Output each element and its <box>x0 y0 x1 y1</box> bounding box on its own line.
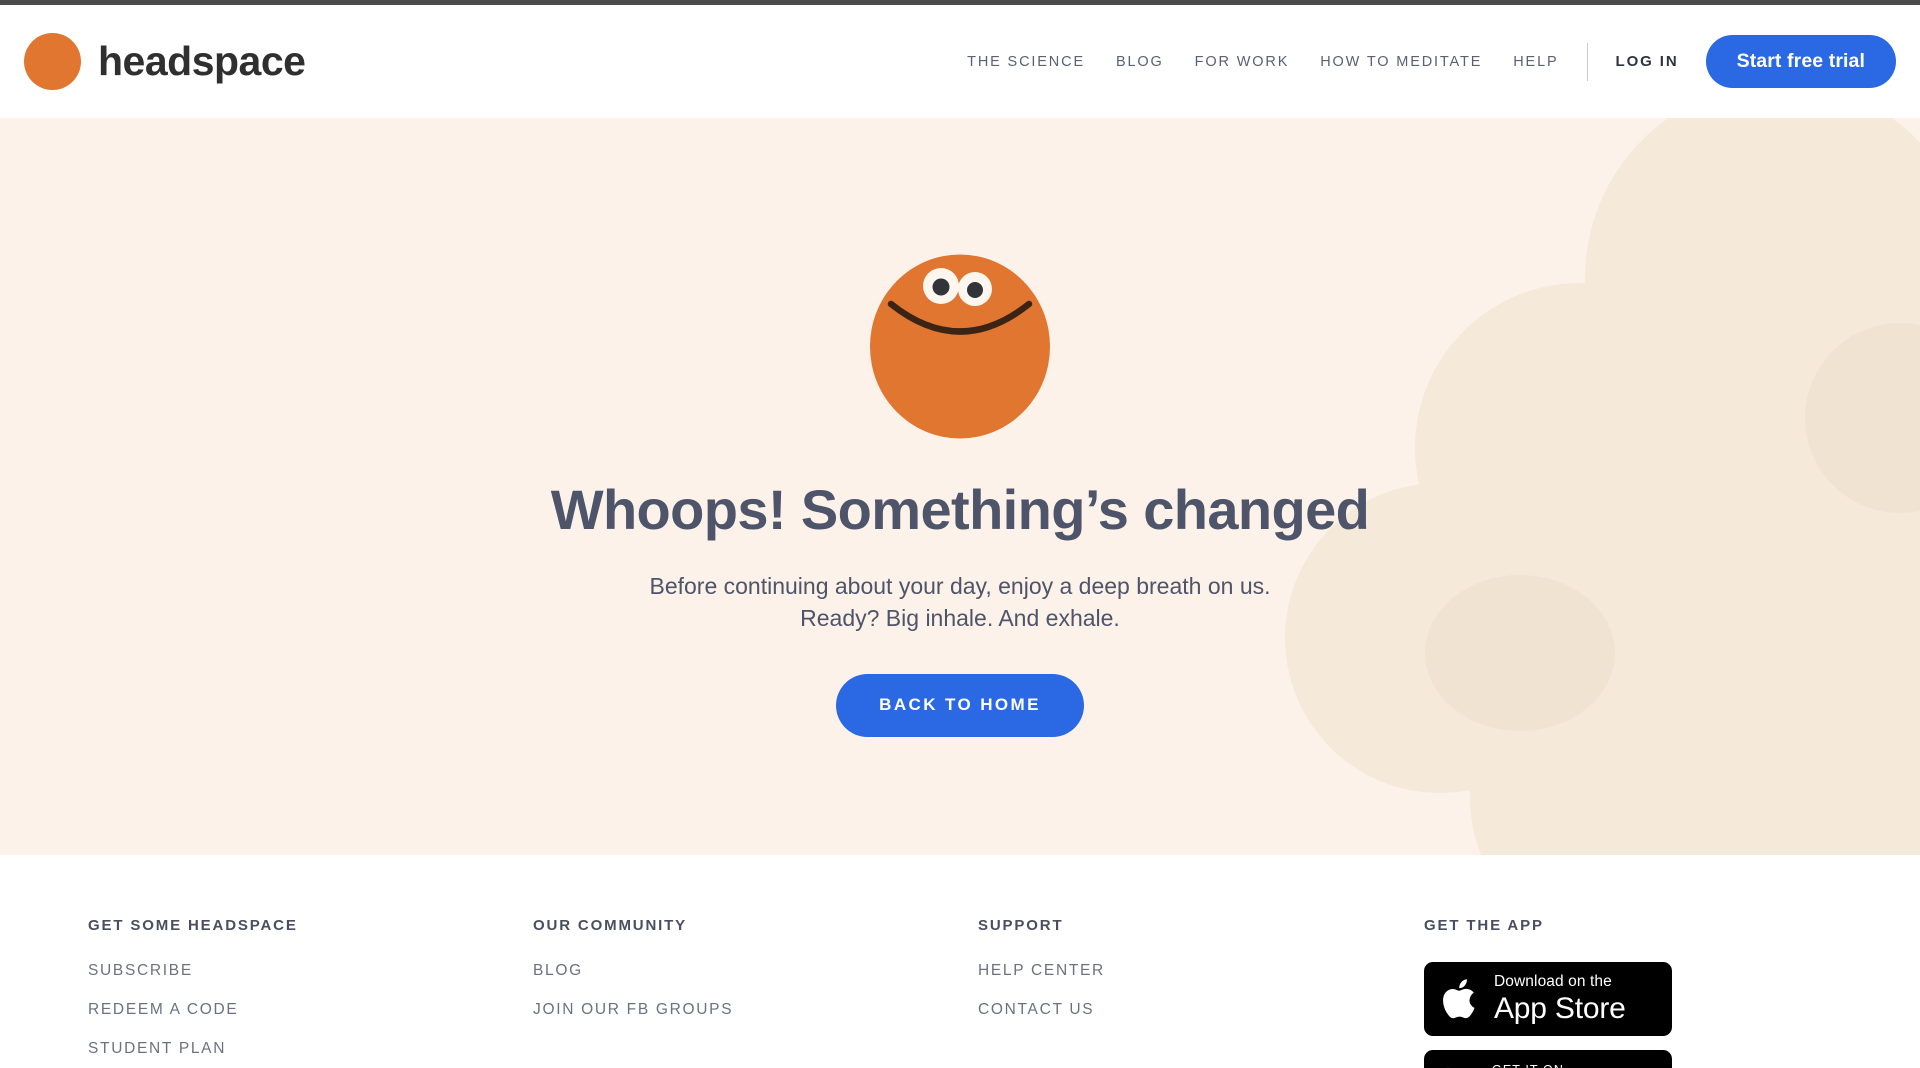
login-link[interactable]: LOG IN <box>1616 53 1679 70</box>
footer-link-blog[interactable]: BLOG <box>533 962 733 980</box>
main-nav: THE SCIENCE BLOG FOR WORK HOW TO MEDITAT… <box>967 54 1558 70</box>
nav-item-how-to-meditate[interactable]: HOW TO MEDITATE <box>1320 54 1482 70</box>
footer-link-help-center[interactable]: HELP CENTER <box>978 962 1105 980</box>
footer-heading: OUR COMMUNITY <box>533 917 688 934</box>
header-nav-area: THE SCIENCE BLOG FOR WORK HOW TO MEDITAT… <box>967 35 1896 88</box>
footer-heading: GET THE APP <box>1424 917 1544 934</box>
hero-subtitle-line-2: Ready? Big inhale. And exhale. <box>800 605 1120 632</box>
footer-column-get-some-headspace: GET SOME HEADSPACE SUBSCRIBE REDEEM A CO… <box>88 917 298 1068</box>
page-title: Whoops! Something’s changed <box>550 478 1370 541</box>
site-footer: GET SOME HEADSPACE SUBSCRIBE REDEEM A CO… <box>0 855 1920 1068</box>
nav-item-the-science[interactable]: THE SCIENCE <box>967 54 1085 70</box>
hero-section: Whoops! Something’s changed Before conti… <box>0 118 1920 855</box>
headspace-circle-icon <box>24 33 81 90</box>
header-divider <box>1586 42 1588 81</box>
app-store-badge[interactable]: Download on the App Store <box>1424 962 1672 1036</box>
google-play-badge[interactable]: GET IT ON Google Play <box>1424 1050 1672 1068</box>
back-to-home-button[interactable]: BACK TO HOME <box>836 673 1084 737</box>
nav-item-help[interactable]: HELP <box>1513 54 1558 70</box>
brand-wordmark: headspace <box>98 38 306 84</box>
footer-link-join-our-fb-groups[interactable]: JOIN OUR FB GROUPS <box>533 1001 733 1019</box>
footer-link-redeem-a-code[interactable]: REDEEM A CODE <box>88 1001 298 1019</box>
footer-column-our-community: OUR COMMUNITY BLOG JOIN OUR FB GROUPS <box>533 917 733 1040</box>
footer-link-student-plan[interactable]: STUDENT PLAN <box>88 1040 298 1058</box>
footer-link-subscribe[interactable]: SUBSCRIBE <box>88 962 298 980</box>
app-store-badge-small-text: Download on the <box>1494 973 1612 991</box>
apple-icon <box>1443 979 1475 1019</box>
footer-heading: GET SOME HEADSPACE <box>88 917 298 934</box>
app-store-badge-title: App Store <box>1494 991 1626 1025</box>
brand-logo-link[interactable]: headspace <box>24 33 306 90</box>
google-play-badge-small-text: GET IT ON <box>1492 1064 1653 1068</box>
footer-column-get-the-app: GET THE APP Download on the App Store <box>1424 917 1672 1068</box>
nav-item-for-work[interactable]: FOR WORK <box>1195 54 1290 70</box>
hero-subtitle: Before continuing about your day, enjoy … <box>649 570 1270 635</box>
hero-subtitle-line-1: Before continuing about your day, enjoy … <box>649 572 1271 599</box>
nav-item-blog[interactable]: BLOG <box>1116 54 1164 70</box>
site-header: headspace THE SCIENCE BLOG FOR WORK HOW … <box>0 5 1920 118</box>
page-root: headspace THE SCIENCE BLOG FOR WORK HOW … <box>0 0 1920 1068</box>
start-free-trial-button[interactable]: Start free trial <box>1705 35 1896 88</box>
footer-columns: GET SOME HEADSPACE SUBSCRIBE REDEEM A CO… <box>0 917 1920 1068</box>
hero-content: Whoops! Something’s changed Before conti… <box>0 118 1920 855</box>
footer-column-support: SUPPORT HELP CENTER CONTACT US <box>978 917 1105 1040</box>
headspace-mascot-icon <box>870 254 1050 439</box>
footer-heading: SUPPORT <box>978 917 1064 934</box>
footer-link-contact-us[interactable]: CONTACT US <box>978 1001 1105 1019</box>
